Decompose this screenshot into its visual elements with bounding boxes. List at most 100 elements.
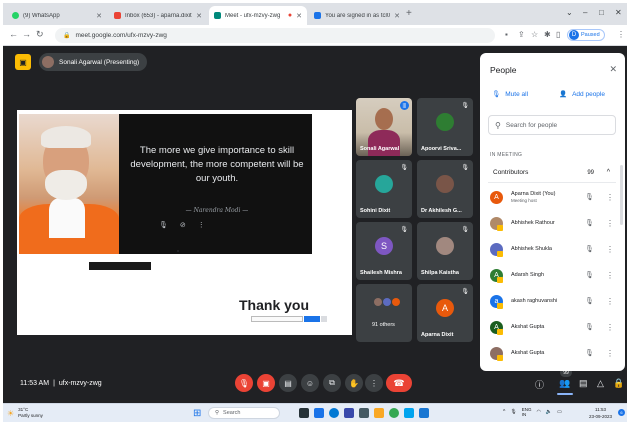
sidepanel-icon[interactable]: ▯ xyxy=(556,30,560,39)
more-vert-icon[interactable]: ⋮ xyxy=(606,297,614,306)
mic-off-icon[interactable]: 🎙 xyxy=(585,245,594,253)
people-search-input[interactable]: ⚲ Search for people xyxy=(488,115,616,135)
participant-row[interactable]: A Adarsh Singh 🎙 ⋮ xyxy=(490,262,616,288)
participant-tile[interactable]: 🎙 S Shailesh Mishra xyxy=(356,222,412,280)
more-vert-icon[interactable]: ⋮ xyxy=(606,245,614,254)
add-people-button[interactable]: 👤 Add people xyxy=(559,90,605,99)
participant-tile[interactable]: 🎙 Sohini Dixit xyxy=(356,160,412,218)
mic-off-icon[interactable]: 🎙 xyxy=(585,297,594,305)
presentation-icon[interactable]: ▣ xyxy=(15,54,31,70)
speaker-icon[interactable]: 🔈 xyxy=(546,409,552,415)
raise-hand-button[interactable]: ✋ xyxy=(345,374,363,392)
participant-row[interactable]: Akshat Gupta 🎙 ⋮ xyxy=(490,340,616,366)
more-vert-icon[interactable]: ⋮ xyxy=(606,193,614,202)
file-explorer-icon[interactable] xyxy=(374,408,384,418)
meet-app-icon[interactable] xyxy=(314,408,324,418)
extensions-icon[interactable]: ✱ xyxy=(544,30,551,39)
speaker-off-icon[interactable]: ⊘ xyxy=(180,221,186,229)
tab-gmail[interactable]: Inbox (653) - aparna.dixit@keen... ✕ xyxy=(109,6,207,25)
more-vert-icon[interactable]: ⋮ xyxy=(606,219,614,228)
windows-app-icon[interactable] xyxy=(404,408,414,418)
mic-off-icon: 🎙 xyxy=(461,227,469,233)
tab-whatsapp[interactable]: (9) WhatsApp ✕ xyxy=(7,6,107,25)
more-options-button[interactable]: ⋮ xyxy=(365,374,383,392)
more-vert-icon[interactable]: ⋮ xyxy=(606,271,614,280)
participant-row[interactable]: a akash raghuvanshi 🎙 ⋮ xyxy=(490,288,616,314)
close-icon[interactable]: ✕ xyxy=(394,12,400,20)
participant-tile[interactable]: 🎙 Apoorvi Sriva... xyxy=(417,98,473,156)
language-indicator[interactable]: ENG IN xyxy=(522,407,532,417)
activities-icon[interactable]: △ xyxy=(597,378,604,389)
present-button[interactable]: ⧉ xyxy=(323,374,341,392)
notification-badge[interactable]: 6 xyxy=(618,409,625,416)
scrollbar[interactable] xyxy=(620,165,623,225)
mic-off-icon[interactable]: 🎙 xyxy=(585,349,594,357)
bookmark-star-icon[interactable]: ☆ xyxy=(531,30,538,39)
mic-icon[interactable]: 🎙 xyxy=(510,409,516,415)
close-icon[interactable]: ✕ xyxy=(96,12,102,20)
system-clock[interactable]: 11:53 23-09-2023 xyxy=(589,406,612,420)
store-icon[interactable] xyxy=(344,408,354,418)
host-controls-icon[interactable]: 🔒 xyxy=(613,378,624,389)
tab-signed-in[interactable]: You are signed in as tcl0936 ✕ xyxy=(309,6,405,25)
close-icon[interactable]: ✕ xyxy=(609,64,617,75)
mic-toggle-button[interactable]: 🎙 xyxy=(235,374,253,392)
reload-icon[interactable]: ↻ xyxy=(36,29,44,40)
participant-tile[interactable]: 🎙 A Aparna Dixit xyxy=(417,284,473,342)
participant-tile[interactable]: ||| Sonali Agarwal xyxy=(356,98,412,156)
close-icon[interactable]: ✕ xyxy=(296,12,302,20)
mic-off-icon[interactable]: 🎙 xyxy=(585,323,594,331)
participant-row[interactable]: Abhishek Shukla 🎙 ⋮ xyxy=(490,236,616,262)
browser-menu-icon[interactable]: ⋮ xyxy=(617,30,625,39)
contributors-group[interactable]: Contributors 99 ^ xyxy=(488,163,616,183)
task-view-icon[interactable] xyxy=(299,408,309,418)
new-tab-button[interactable]: + xyxy=(406,8,412,19)
url-input[interactable]: 🔒 meet.google.com/ufx-mzvy-zwg xyxy=(55,28,495,43)
more-options-icon[interactable]: ⋮ xyxy=(198,221,205,229)
others-tile[interactable]: 91 others xyxy=(356,284,412,342)
share-icon[interactable]: ⇪ xyxy=(518,30,525,39)
chrome-icon[interactable] xyxy=(389,408,399,418)
chevron-up-icon[interactable]: ^ xyxy=(503,409,505,415)
maximize-button[interactable]: □ xyxy=(599,8,604,17)
chevron-up-icon[interactable]: ^ xyxy=(607,169,610,176)
chat-icon[interactable]: ▤ xyxy=(579,378,588,389)
mic-off-icon[interactable]: 🎙 xyxy=(159,221,168,229)
more-vert-icon[interactable]: ⋮ xyxy=(606,349,614,358)
participant-row[interactable]: A Aparna Dixit (You) Meeting host 🎙 ⋮ xyxy=(490,184,616,210)
forward-icon[interactable]: → xyxy=(22,29,31,39)
window-close-button[interactable]: ✕ xyxy=(615,8,622,17)
app-icon[interactable] xyxy=(359,408,369,418)
captions-button[interactable]: ▤ xyxy=(279,374,297,392)
windows-start-icon[interactable]: ⊞ xyxy=(193,408,201,419)
leave-call-button[interactable]: ☎ xyxy=(386,374,412,392)
tab-meet[interactable]: Meet - ufx-mzvy-zwg ● ✕ xyxy=(209,6,307,25)
close-icon[interactable]: ✕ xyxy=(196,12,202,20)
camera-icon[interactable]: ▪ xyxy=(505,30,508,39)
info-icon[interactable]: ⓘ xyxy=(535,378,544,391)
camera-toggle-button[interactable]: ▣ xyxy=(257,374,275,392)
wifi-icon[interactable]: ◠ xyxy=(536,409,540,415)
more-vert-icon[interactable]: ⋮ xyxy=(606,323,614,332)
battery-icon[interactable]: ▭ xyxy=(557,409,562,415)
edge-icon[interactable] xyxy=(329,408,339,418)
presenter-indicator[interactable]: Sonali Agarwal (Presenting) xyxy=(39,53,148,71)
participant-row[interactable]: Abhishek Rathour 🎙 ⋮ xyxy=(490,210,616,236)
mic-off-icon[interactable]: 🎙 xyxy=(585,271,594,279)
weather-widget[interactable]: ☀ 31°C Partly sunny xyxy=(7,407,43,419)
avatar xyxy=(436,113,454,131)
word-icon[interactable] xyxy=(419,408,429,418)
minimize-button[interactable]: – xyxy=(583,8,587,17)
taskbar-search[interactable]: ⚲ Search xyxy=(208,407,280,419)
back-icon[interactable]: ← xyxy=(9,29,18,39)
people-icon[interactable]: 👥 xyxy=(559,378,570,389)
participant-row[interactable]: A Akshat Gupta 🎙 ⋮ xyxy=(490,314,616,340)
participant-tile[interactable]: 🎙 Shilpa Kaistha xyxy=(417,222,473,280)
profile-button[interactable]: D Paused xyxy=(567,29,605,41)
mute-all-button[interactable]: 🎙 Mute all xyxy=(492,90,528,99)
tab-search-icon[interactable]: ⌄ xyxy=(566,8,573,17)
participant-tile[interactable]: 🎙 Dr Akhilesh G... xyxy=(417,160,473,218)
mic-off-icon[interactable]: 🎙 xyxy=(585,219,594,227)
emoji-button[interactable]: ☺ xyxy=(301,374,319,392)
mic-off-icon[interactable]: 🎙 xyxy=(585,193,594,201)
